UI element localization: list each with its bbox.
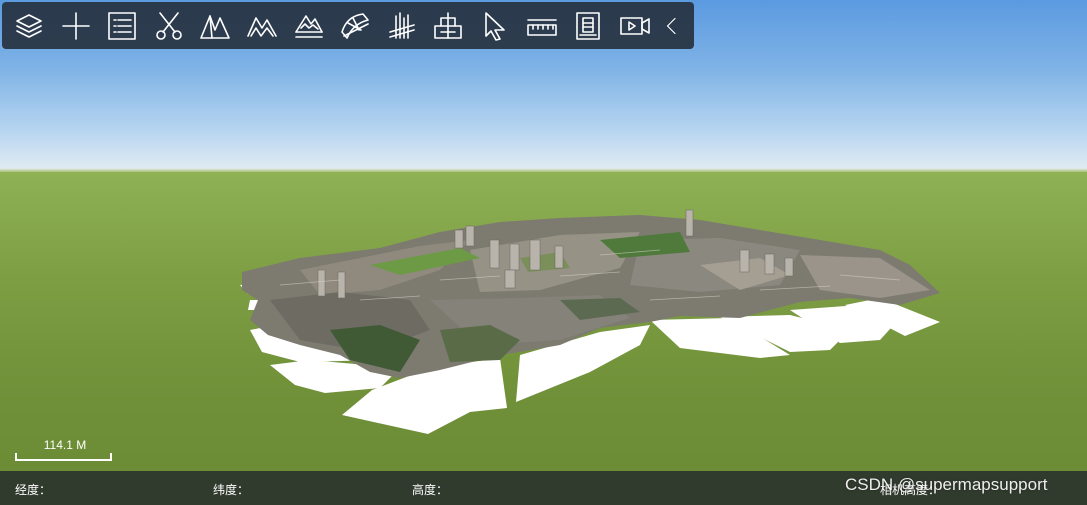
tower (529, 239, 541, 271)
tower (784, 257, 794, 277)
height-label: 高度： (412, 483, 449, 497)
layers-button[interactable] (8, 6, 50, 46)
video-button[interactable] (614, 6, 656, 46)
tower (489, 239, 500, 269)
building-height-icon (388, 11, 415, 39)
tower (554, 245, 564, 269)
slope-aspect-icon (341, 12, 369, 39)
cursor-icon (485, 11, 505, 41)
terrain-icon (200, 14, 231, 39)
3d-scene-viewer[interactable]: 114.1 M 经度： 纬度： 高度： 相机高度： CSDN @supermap… (0, 0, 1087, 505)
collapse-toolbar-button[interactable] (660, 6, 684, 46)
terrain-contour-icon (247, 16, 277, 37)
slope-aspect-button[interactable] (334, 6, 376, 46)
toolbar (2, 2, 694, 49)
tower (739, 249, 750, 273)
tower (764, 253, 775, 275)
tower (317, 269, 326, 297)
list-icon (108, 11, 136, 40)
layers-icon (16, 13, 42, 38)
add-button[interactable] (55, 6, 97, 46)
longitude-label: 经度： (15, 483, 52, 497)
tower (504, 269, 516, 289)
report-button[interactable] (567, 6, 609, 46)
terrain-button[interactable] (194, 6, 236, 46)
scale-ruler (15, 453, 112, 461)
latitude-label: 纬度： (213, 483, 250, 497)
scale-label: 114.1 M (43, 438, 87, 452)
tower (454, 229, 464, 249)
list-button[interactable] (101, 6, 143, 46)
terrain-contour-button[interactable] (241, 6, 283, 46)
building-height-button[interactable] (381, 6, 423, 46)
ruler-icon (526, 18, 557, 36)
profile-icon (434, 11, 463, 39)
oblique-photography-model (240, 209, 940, 434)
measure-button[interactable] (521, 6, 563, 46)
video-icon (619, 16, 650, 35)
clip-button[interactable] (148, 6, 190, 46)
scale-bar: 114.1 M (15, 437, 115, 465)
tower (465, 225, 475, 247)
scissors-icon (155, 11, 182, 40)
profile-button[interactable] (427, 6, 469, 46)
tower (509, 243, 520, 271)
tower (685, 209, 694, 237)
select-button[interactable] (474, 6, 516, 46)
document-icon (576, 11, 600, 40)
terrain-flood-button[interactable] (288, 6, 330, 46)
terrain-flood-icon (294, 14, 323, 38)
watermark: CSDN @supermapsupport (845, 475, 1048, 494)
tower (337, 271, 346, 299)
plus-icon (61, 11, 90, 40)
chevron-left-icon (667, 17, 676, 34)
